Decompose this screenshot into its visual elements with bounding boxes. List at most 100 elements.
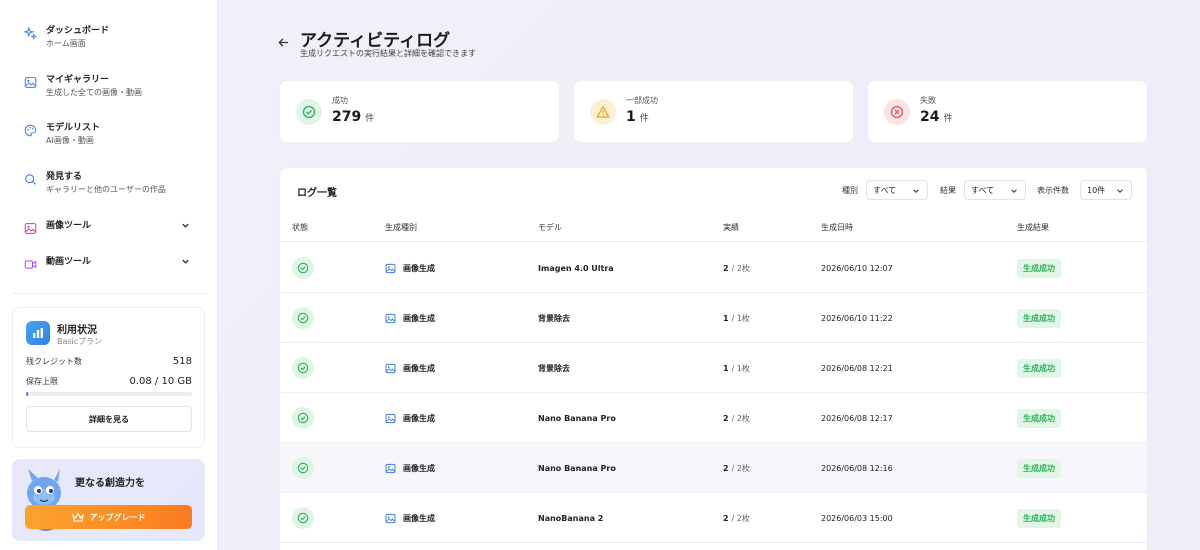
- count-done: 1: [723, 313, 729, 323]
- log-panel: ログ一覧 種別 すべて 結果 すべて 表示件数 10件 状態 生成種別 モデル …: [279, 167, 1148, 550]
- warning-icon: [590, 99, 616, 125]
- count-done: 1: [723, 363, 729, 373]
- sidebar-item-title: 発見する: [46, 172, 83, 182]
- sidebar-item-subtitle: AI画像・動画: [46, 136, 94, 145]
- sidebar-item-subtitle: ホーム画面: [46, 39, 86, 48]
- type-filter-select[interactable]: すべて: [866, 180, 928, 200]
- result-filter-label: 結果: [940, 186, 956, 195]
- image-icon: [385, 263, 396, 273]
- status-badge: 生成成功: [1017, 458, 1061, 478]
- status-cell: [292, 243, 314, 293]
- chevron-down-icon[interactable]: [181, 221, 190, 230]
- stat-card-failed: 失敗 24 件: [867, 80, 1148, 143]
- status-badge: 生成成功: [1017, 508, 1061, 528]
- check-circle-icon: [292, 457, 314, 479]
- sidebar-divider: [12, 293, 207, 294]
- count-done: 2: [723, 413, 729, 423]
- stat-card-success: 成功 279 件: [279, 80, 560, 143]
- storage-label: 保存上限: [26, 377, 58, 386]
- table-row[interactable]: 画像生成 背景除去 1/ 1枚 2026/06/08 12:21 生成成功: [280, 343, 1147, 393]
- status-badge: 生成成功: [1017, 358, 1061, 378]
- column-header-datetime: 生成日時: [821, 223, 853, 232]
- stat-number: 24: [920, 109, 940, 125]
- table-row[interactable]: 画像生成 Imagen 4.0 Ultra 2/ 2枚 2026/06/10 12:0…: [280, 243, 1147, 293]
- check-circle-icon: [292, 507, 314, 529]
- column-header-model: モデル: [538, 223, 562, 232]
- video-tool-icon: [24, 260, 37, 269]
- upgrade-card: 更なる創造力を アップグレード: [12, 459, 205, 541]
- page-size-label: 表示件数: [1037, 186, 1069, 195]
- status-cell: [292, 343, 314, 393]
- count-done: 2: [723, 463, 729, 473]
- stat-value: 1件: [626, 109, 649, 125]
- usage-title: 利用状況: [57, 325, 97, 336]
- stat-value: 24 件: [920, 109, 953, 125]
- image-icon: [24, 77, 37, 88]
- count-total: / 2枚: [731, 263, 750, 273]
- count-done: 2: [723, 263, 729, 273]
- result-cell: 生成成功: [1017, 393, 1061, 443]
- model-cell: Imagen 4.0 Ultra: [538, 263, 614, 273]
- sidebar-item-image-tools[interactable]: 画像ツール: [24, 220, 194, 235]
- view-details-button[interactable]: 詳細を見る: [26, 406, 192, 432]
- datetime-cell: 2026/06/08 12:21: [821, 363, 893, 373]
- generation-type: 画像生成: [403, 263, 435, 273]
- column-header-status: 状態: [292, 223, 308, 232]
- upgrade-button[interactable]: アップグレード: [25, 505, 192, 529]
- type-cell: 画像生成: [385, 493, 435, 543]
- sidebar-item-dashboard[interactable]: ダッシュボード ホーム画面: [24, 25, 194, 50]
- table-row[interactable]: 画像生成 背景除去 1/ 1枚 2026/06/10 11:22 生成成功: [280, 293, 1147, 343]
- count-cell: 2/ 2枚: [723, 493, 750, 543]
- sidebar-item-discover[interactable]: 発見する ギャラリーと他のユーザーの作品: [24, 171, 194, 196]
- count-total: / 1枚: [731, 313, 750, 323]
- palette-icon: [24, 124, 37, 137]
- image-icon: [385, 513, 396, 523]
- sidebar-item-title: 画像ツール: [46, 221, 92, 231]
- status-cell: [292, 393, 314, 443]
- datetime-cell: 2026/06/08 12:17: [821, 413, 893, 423]
- table-row[interactable]: 画像生成 Nano Banana Pro 2/ 2枚 2026/06/08 12:16…: [280, 443, 1147, 493]
- stat-unit: 件: [639, 114, 649, 124]
- type-cell: 画像生成: [385, 243, 435, 293]
- upgrade-headline: 更なる創造力を: [75, 478, 145, 489]
- type-cell: 画像生成: [385, 393, 435, 443]
- back-arrow-icon[interactable]: [277, 36, 290, 49]
- status-cell: [292, 293, 314, 343]
- result-cell: 生成成功: [1017, 343, 1061, 393]
- stat-unit: 件: [943, 114, 953, 124]
- check-circle-icon: [292, 407, 314, 429]
- crown-icon: [71, 512, 84, 522]
- sidebar-item-video-tools[interactable]: 動画ツール: [24, 256, 194, 271]
- type-cell: 画像生成: [385, 343, 435, 393]
- stat-number: 279: [332, 109, 362, 125]
- model-cell: Nano Banana Pro: [538, 413, 616, 423]
- sidebar-item-gallery[interactable]: マイギャラリー 生成した全ての画像・動画: [24, 74, 194, 99]
- model-cell: Nano Banana Pro: [538, 463, 616, 473]
- count-total: / 2枚: [731, 413, 750, 423]
- stat-card-partial: 一部成功 1件: [573, 80, 854, 143]
- column-header-count: 実績: [723, 223, 739, 232]
- table-row[interactable]: 画像生成 Nano Banana Pro 2/ 2枚 2026/06/08 12:17…: [280, 393, 1147, 443]
- storage-row: 保存上限 0.08 / 10 GB: [26, 376, 192, 387]
- table-header: 状態 生成種別 モデル 実績 生成日時 生成結果: [280, 216, 1147, 242]
- count-total: / 2枚: [731, 463, 750, 473]
- table-row[interactable]: 画像生成 NanoBanana 2 2/ 2枚 2026/06/03 15:00 生成成…: [280, 493, 1147, 543]
- result-cell: 生成成功: [1017, 293, 1061, 343]
- result-filter-select[interactable]: すべて: [964, 180, 1026, 200]
- result-filter-value: すべて: [971, 185, 995, 195]
- sidebar-item-subtitle: ギャラリーと他のユーザーの作品: [46, 185, 166, 194]
- sparkle-icon: [24, 27, 37, 40]
- chevron-down-icon[interactable]: [181, 257, 190, 266]
- count-cell: 1/ 1枚: [723, 293, 750, 343]
- result-cell: 生成成功: [1017, 243, 1061, 293]
- type-cell: 画像生成: [385, 443, 435, 493]
- x-circle-icon: [884, 99, 910, 125]
- bar-chart-icon: [26, 321, 50, 345]
- image-icon: [385, 363, 396, 373]
- stat-label: 失敗: [920, 96, 936, 105]
- column-header-result: 生成結果: [1017, 223, 1049, 232]
- sidebar-item-models[interactable]: モデルリスト AI画像・動画: [24, 122, 194, 147]
- page-size-select[interactable]: 10件: [1080, 180, 1132, 200]
- image-icon: [385, 313, 396, 323]
- generation-type: 画像生成: [403, 313, 435, 323]
